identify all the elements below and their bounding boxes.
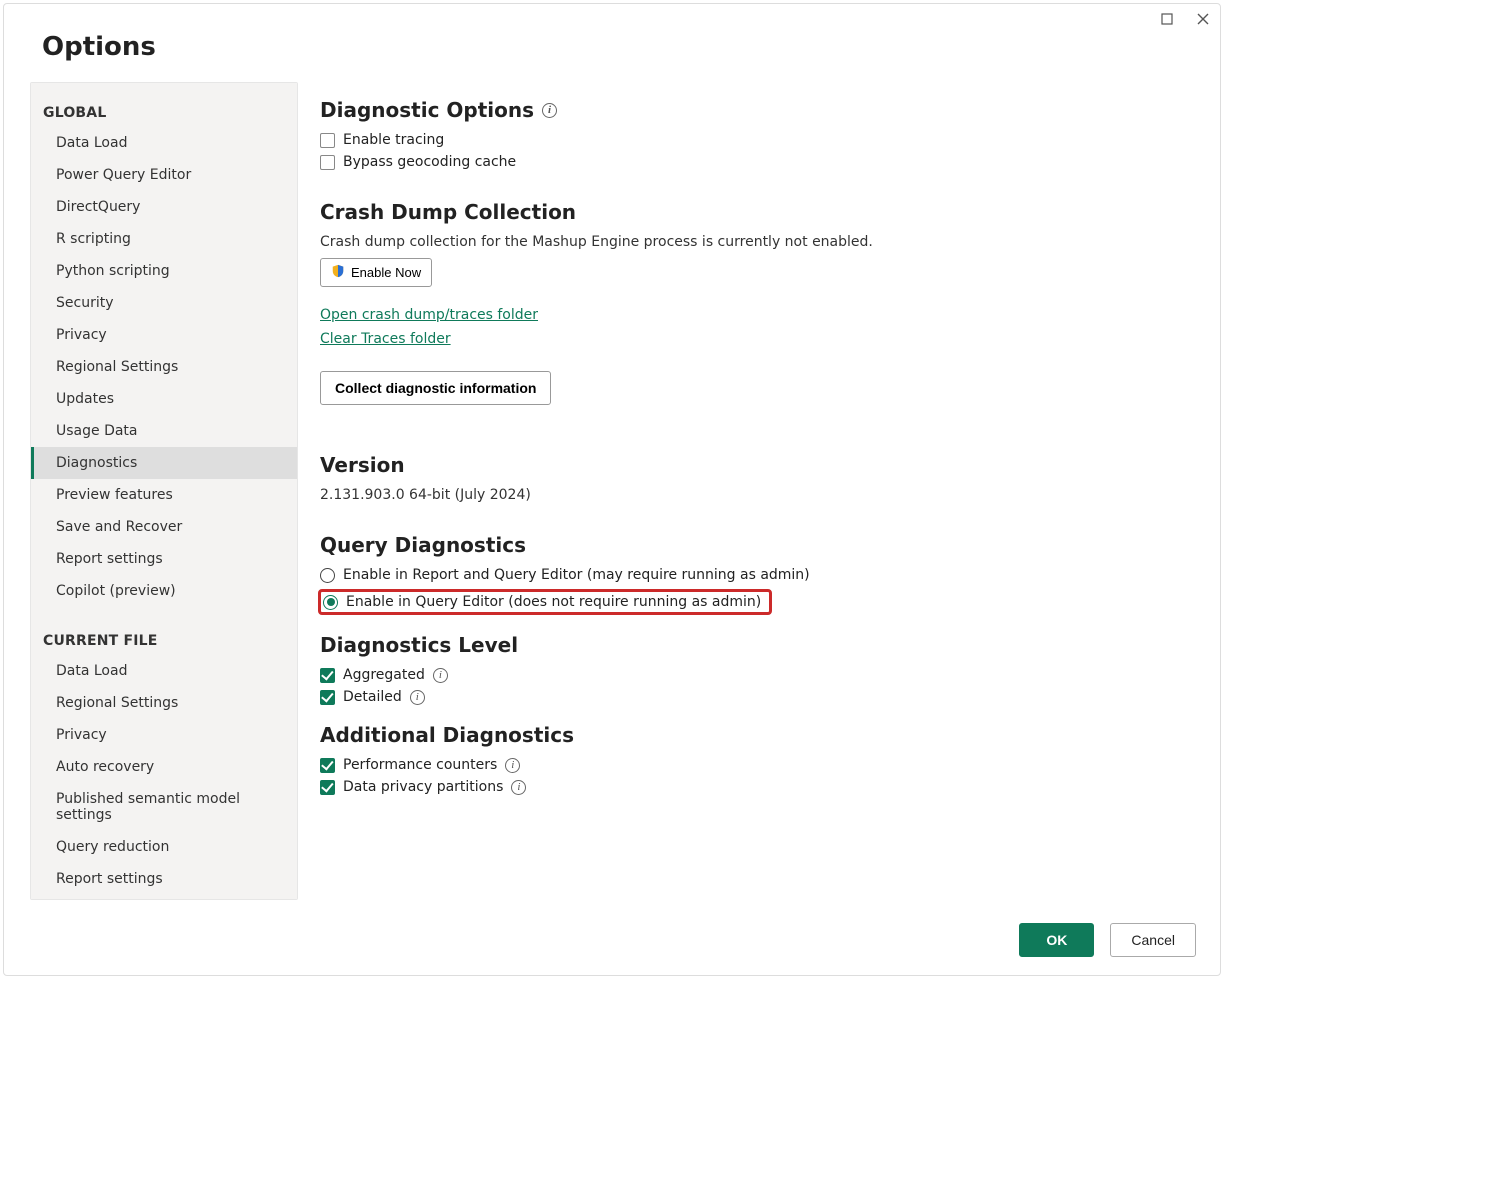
window-controls — [1160, 12, 1210, 26]
checkbox-icon — [320, 668, 335, 683]
sidebar-heading-global: GLOBAL — [31, 93, 297, 127]
checkbox-detailed[interactable]: Detailed i — [320, 689, 1190, 705]
checkbox-icon — [320, 155, 335, 170]
checkbox-label: Enable tracing — [343, 132, 444, 148]
sidebar-item-preview-features[interactable]: Preview features — [31, 479, 297, 511]
checkbox-icon — [320, 780, 335, 795]
checkbox-label: Detailed — [343, 689, 402, 705]
sidebar-item-report-settings[interactable]: Report settings — [31, 543, 297, 575]
sidebar-item-report-settings[interactable]: Report settings — [31, 863, 297, 895]
shield-icon — [331, 264, 345, 281]
sidebar-item-python-scripting[interactable]: Python scripting — [31, 255, 297, 287]
checkbox-performance-counters[interactable]: Performance counters i — [320, 757, 1190, 773]
dialog-footer: OK Cancel — [1019, 923, 1196, 957]
ok-button[interactable]: OK — [1019, 923, 1094, 957]
maximize-icon[interactable] — [1160, 12, 1174, 26]
section-additional-diagnostics: Additional Diagnostics — [320, 723, 1190, 747]
sidebar-item-auto-recovery[interactable]: Auto recovery — [31, 751, 297, 783]
sidebar-item-r-scripting[interactable]: R scripting — [31, 223, 297, 255]
info-icon[interactable]: i — [542, 103, 557, 118]
radio-label: Enable in Query Editor (does not require… — [346, 594, 761, 610]
sidebar-item-data-load[interactable]: Data Load — [31, 127, 297, 159]
cancel-button[interactable]: Cancel — [1110, 923, 1196, 957]
checkbox-label: Aggregated — [343, 667, 425, 683]
checkbox-bypass-geocoding[interactable]: Bypass geocoding cache — [320, 154, 1190, 170]
sidebar-item-usage-data[interactable]: Usage Data — [31, 415, 297, 447]
checkbox-aggregated[interactable]: Aggregated i — [320, 667, 1190, 683]
section-version: Version — [320, 453, 1190, 477]
sidebar-item-regional-settings[interactable]: Regional Settings — [31, 687, 297, 719]
checkbox-label: Performance counters — [343, 757, 497, 773]
enable-now-button[interactable]: Enable Now — [320, 258, 432, 287]
content-pane: Diagnostic Options i Enable tracing Bypa… — [298, 82, 1220, 900]
sidebar-item-updates[interactable]: Updates — [31, 383, 297, 415]
checkbox-icon — [320, 758, 335, 773]
sidebar-item-directquery[interactable]: DirectQuery — [31, 191, 297, 223]
sidebar-item-privacy[interactable]: Privacy — [31, 719, 297, 751]
crash-dump-desc: Crash dump collection for the Mashup Eng… — [320, 234, 1190, 250]
checkbox-icon — [320, 690, 335, 705]
sidebar-item-diagnostics[interactable]: Diagnostics — [31, 447, 297, 479]
sidebar-item-save-and-recover[interactable]: Save and Recover — [31, 511, 297, 543]
info-icon[interactable]: i — [511, 780, 526, 795]
section-diagnostic-options: Diagnostic Options i — [320, 98, 1190, 122]
close-icon[interactable] — [1196, 12, 1210, 26]
info-icon[interactable]: i — [433, 668, 448, 683]
section-diagnostics-level: Diagnostics Level — [320, 633, 1190, 657]
checkbox-enable-tracing[interactable]: Enable tracing — [320, 132, 1190, 148]
link-open-crash-dump-folder[interactable]: Open crash dump/traces folder — [320, 307, 538, 323]
sidebar-heading-current-file: CURRENT FILE — [31, 621, 297, 655]
collect-diagnostic-button[interactable]: Collect diagnostic information — [320, 371, 551, 405]
checkbox-data-privacy-partitions[interactable]: Data privacy partitions i — [320, 779, 1190, 795]
highlighted-option: Enable in Query Editor (does not require… — [318, 589, 772, 615]
sidebar-item-regional-settings[interactable]: Regional Settings — [31, 351, 297, 383]
version-value: 2.131.903.0 64-bit (July 2024) — [320, 487, 1190, 503]
radio-enable-query-editor[interactable]: Enable in Query Editor (does not require… — [323, 594, 761, 610]
sidebar-item-published-semantic-model-settings[interactable]: Published semantic model settings — [31, 783, 297, 831]
sidebar-item-data-load[interactable]: Data Load — [31, 655, 297, 687]
info-icon[interactable]: i — [505, 758, 520, 773]
button-label: Enable Now — [351, 265, 421, 280]
radio-enable-report-query-editor[interactable]: Enable in Report and Query Editor (may r… — [320, 567, 1190, 583]
checkbox-icon — [320, 133, 335, 148]
checkbox-label: Bypass geocoding cache — [343, 154, 516, 170]
checkbox-label: Data privacy partitions — [343, 779, 503, 795]
options-dialog: Options GLOBAL Data LoadPower Query Edit… — [3, 3, 1221, 976]
radio-label: Enable in Report and Query Editor (may r… — [343, 567, 810, 583]
section-query-diagnostics: Query Diagnostics — [320, 533, 1190, 557]
sidebar: GLOBAL Data LoadPower Query EditorDirect… — [30, 82, 298, 900]
radio-icon — [320, 568, 335, 583]
sidebar-item-privacy[interactable]: Privacy — [31, 319, 297, 351]
sidebar-item-power-query-editor[interactable]: Power Query Editor — [31, 159, 297, 191]
sidebar-item-query-reduction[interactable]: Query reduction — [31, 831, 297, 863]
info-icon[interactable]: i — [410, 690, 425, 705]
section-crash-dump: Crash Dump Collection — [320, 200, 1190, 224]
link-clear-traces-folder[interactable]: Clear Traces folder — [320, 331, 451, 347]
radio-icon — [323, 595, 338, 610]
section-title: Diagnostic Options — [320, 98, 534, 122]
sidebar-item-security[interactable]: Security — [31, 287, 297, 319]
sidebar-item-copilot-preview-[interactable]: Copilot (preview) — [31, 575, 297, 607]
dialog-title: Options — [42, 32, 1220, 62]
